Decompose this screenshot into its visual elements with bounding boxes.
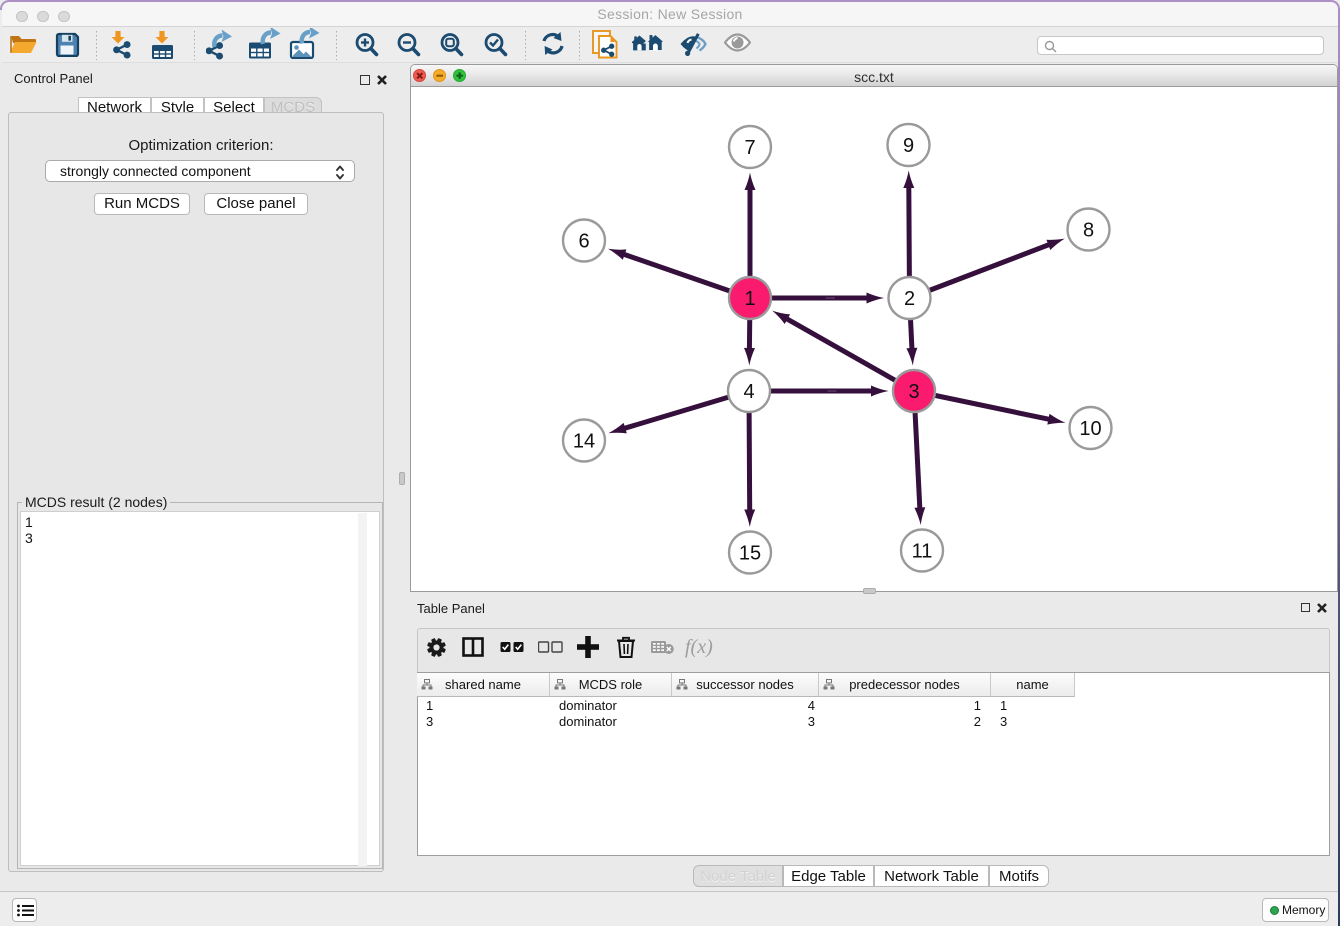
svg-text:15: 15 [739,543,761,565]
svg-text:14: 14 [573,431,595,453]
svg-text:8: 8 [1083,220,1094,242]
svg-text:10: 10 [1079,418,1101,440]
svg-text:6: 6 [578,231,589,253]
svg-text:2: 2 [904,288,915,310]
svg-text:3: 3 [908,381,919,403]
svg-text:4: 4 [743,381,754,403]
svg-text:1: 1 [744,288,755,310]
svg-text:9: 9 [903,135,914,157]
svg-text:11: 11 [912,541,933,563]
svg-text:7: 7 [744,137,755,159]
